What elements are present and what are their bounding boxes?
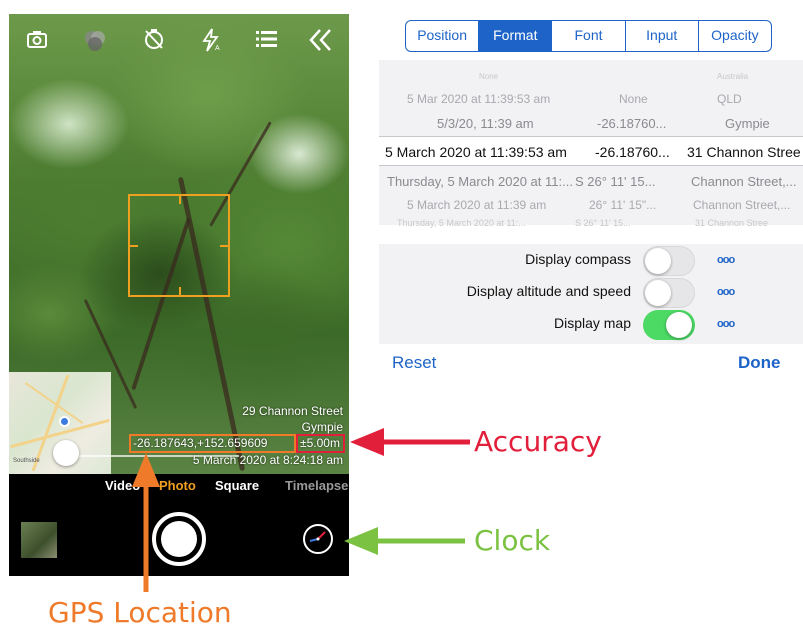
toggle-label: Display compass — [525, 251, 631, 267]
display-map-toggle[interactable] — [643, 310, 695, 340]
tab-input[interactable]: Input — [624, 21, 698, 51]
tab-opacity[interactable]: Opacity — [697, 21, 771, 51]
display-altitude-toggle[interactable] — [643, 278, 695, 308]
annotation-accuracy: Accuracy — [474, 425, 602, 458]
display-options: Display compass ooo Display altitude and… — [379, 244, 803, 344]
settings-panel: Position Format Font Input Opacity None … — [379, 14, 803, 394]
toggle-row-compass: Display compass ooo — [379, 244, 803, 276]
tab-position[interactable]: Position — [406, 21, 478, 51]
options-dots-icon[interactable]: ooo — [717, 286, 735, 298]
settings-tabs: Position Format Font Input Opacity — [405, 20, 772, 52]
tab-format[interactable]: Format — [478, 21, 552, 51]
annotation-clock: Clock — [474, 524, 551, 557]
picker-row[interactable]: Thursday, 5 March 2020 at 11:... S 26° 1… — [379, 214, 803, 238]
options-dots-icon[interactable]: ooo — [717, 318, 735, 330]
picker-row[interactable]: 5/3/20, 11:39 am -26.18760... Gympie — [379, 112, 803, 136]
display-compass-toggle[interactable] — [643, 246, 695, 276]
picker-row[interactable]: 5 Mar 2020 at 11:39:53 am None QLD — [379, 88, 803, 112]
toggle-row-altitude: Display altitude and speed ooo — [379, 276, 803, 308]
format-picker[interactable]: None Australia 5 Mar 2020 at 11:39:53 am… — [379, 60, 803, 228]
annotation-gps: GPS Location — [48, 596, 232, 629]
picker-row-selected[interactable]: 5 March 2020 at 11:39:53 am -26.18760...… — [379, 140, 803, 164]
done-button[interactable]: Done — [738, 353, 781, 373]
options-dots-icon[interactable]: ooo — [717, 254, 735, 266]
picker-row[interactable]: Thursday, 5 March 2020 at 11:... S 26° 1… — [379, 170, 803, 194]
toggle-label: Display altitude and speed — [466, 283, 631, 299]
reset-button[interactable]: Reset — [392, 353, 436, 373]
toggle-label: Display map — [553, 315, 631, 331]
tab-font[interactable]: Font — [551, 21, 624, 51]
toggle-row-map: Display map ooo — [379, 308, 803, 340]
